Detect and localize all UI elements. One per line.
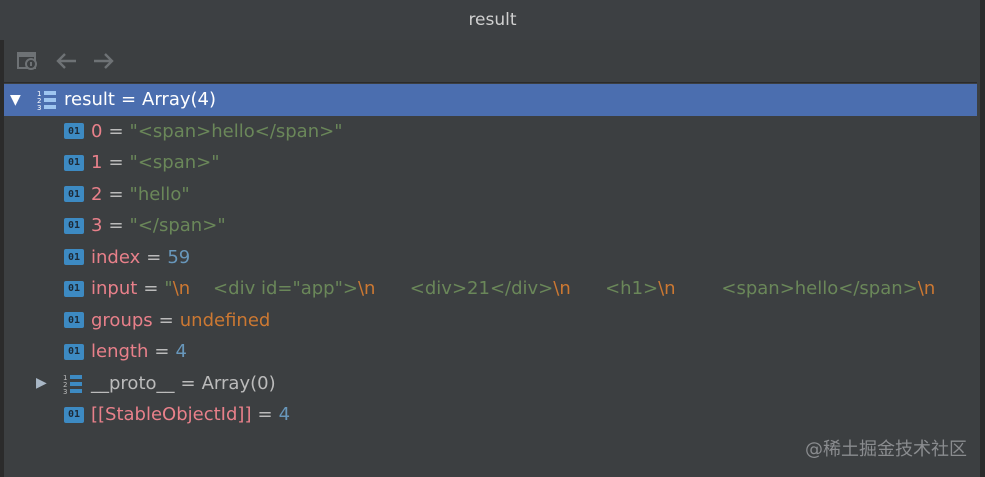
tree-row-index[interactable]: 01 index = 59 [4,242,977,274]
tree-value: <span> [137,152,212,174]
quote-close: " [334,120,343,142]
string-segment: <h1> [570,278,659,300]
string-segment: <div>21</div> [375,278,554,300]
escape-newline: \n [357,278,376,300]
svg-text:3: 3 [37,104,41,111]
primitive-icon: 01 [64,123,84,140]
copy-to-console-icon [17,52,37,70]
tree-value: 59 [167,246,191,268]
forward-arrow-icon [94,53,114,69]
equals-sign: = [257,404,273,426]
tree-value: Array(0) [201,372,276,394]
tree-name: 0 [91,120,103,142]
quote-close: " [211,152,220,174]
tree-value: </span> [137,215,218,237]
primitive-icon: 01 [64,280,84,297]
tree-name: 2 [91,183,103,205]
string-segment: <div id="app"> [190,278,358,300]
escape-newline: \n [658,278,676,300]
quote-open: " [129,215,138,237]
tree-value: hello [137,183,182,205]
tree-name: index [91,246,141,268]
tree-name: groups [91,309,153,331]
equals-sign: = [108,183,124,205]
right-border [980,0,985,477]
tree-row-proto[interactable]: ▶ 1 2 3 __proto__ = Array(0) [4,368,977,400]
svg-text:3: 3 [63,388,67,395]
tree-name: length [91,341,149,363]
quote-open: " [129,120,138,142]
tree-name: 1 [91,152,103,174]
tree-value: undefined [179,309,271,331]
quote-close: " [217,215,226,237]
tree-row-stable-object-id[interactable]: 01 [[StableObjectId]] = 4 [4,399,977,431]
back-arrow-icon [56,53,76,69]
toolbar [4,40,977,83]
string-segment: <span [935,278,977,299]
tree-name: __proto__ [91,372,175,394]
primitive-icon: 01 [64,343,84,360]
equals-sign: = [120,89,137,111]
tree-name: [[StableObjectId]] [91,404,252,426]
tree-value: Array(4) [142,89,217,111]
escape-newline: \n [553,278,571,300]
tree-value: 4 [175,341,187,363]
equals-sign: = [108,152,124,174]
tree-name: result [64,89,115,111]
escape-newline: \n [917,278,936,300]
quote-open: " [129,183,138,205]
primitive-icon: 01 [64,154,84,171]
expanded-arrow-icon[interactable]: ▼ [10,92,21,108]
primitive-icon: 01 [64,312,84,329]
equals-sign: = [146,246,162,268]
tree-value: <span>hello</span> [137,120,335,142]
primitive-icon: 01 [64,249,84,266]
collapsed-arrow-icon[interactable]: ▶ [36,375,47,391]
tree-name: input [91,278,138,300]
tree-row-3[interactable]: 01 3 = " </span> " [4,210,977,242]
copy-to-console-button[interactable] [14,47,42,75]
primitive-icon: 01 [64,186,84,203]
primitive-icon: 01 [64,217,84,234]
tree-row-2[interactable]: 01 2 = " hello " [4,179,977,211]
window-titlebar: result [0,0,985,40]
tree-row-0[interactable]: 01 0 = " <span>hello</span> " [4,116,977,148]
watermark: @稀土掘金技术社区 [805,439,967,460]
tree-row-input[interactable]: 01 input = " \n <div id="app"> \n <div>2… [4,273,977,305]
tree-row-1[interactable]: 01 1 = " <span> " [4,147,977,179]
tree-row-groups[interactable]: 01 groups = undefined [4,305,977,337]
back-button[interactable] [52,47,80,75]
tree-value: 4 [278,404,291,426]
tree-row-length[interactable]: 01 length = 4 [4,336,977,368]
equals-sign: = [180,372,196,394]
quote-open: " [129,152,138,174]
variables-tree: ▼ 1 2 3 result = Array(4) 01 0 = " <span… [4,84,977,431]
array-icon: 1 2 3 [63,374,82,395]
equals-sign: = [108,120,124,142]
quote-close: " [181,183,190,205]
equals-sign: = [108,215,124,237]
array-icon: 1 2 3 [37,90,56,111]
tree-row-result[interactable]: ▼ 1 2 3 result = Array(4) [4,84,977,116]
window-title: result [468,10,517,30]
equals-sign: = [158,309,174,331]
equals-sign: = [154,341,170,363]
quote-open: " [164,278,173,300]
tree-name: 3 [91,215,103,237]
forward-button[interactable] [90,47,118,75]
equals-sign: = [143,278,159,300]
string-segment: <span>hello</span> [675,278,918,300]
escape-newline: \n [172,278,191,300]
primitive-icon: 01 [64,406,84,423]
